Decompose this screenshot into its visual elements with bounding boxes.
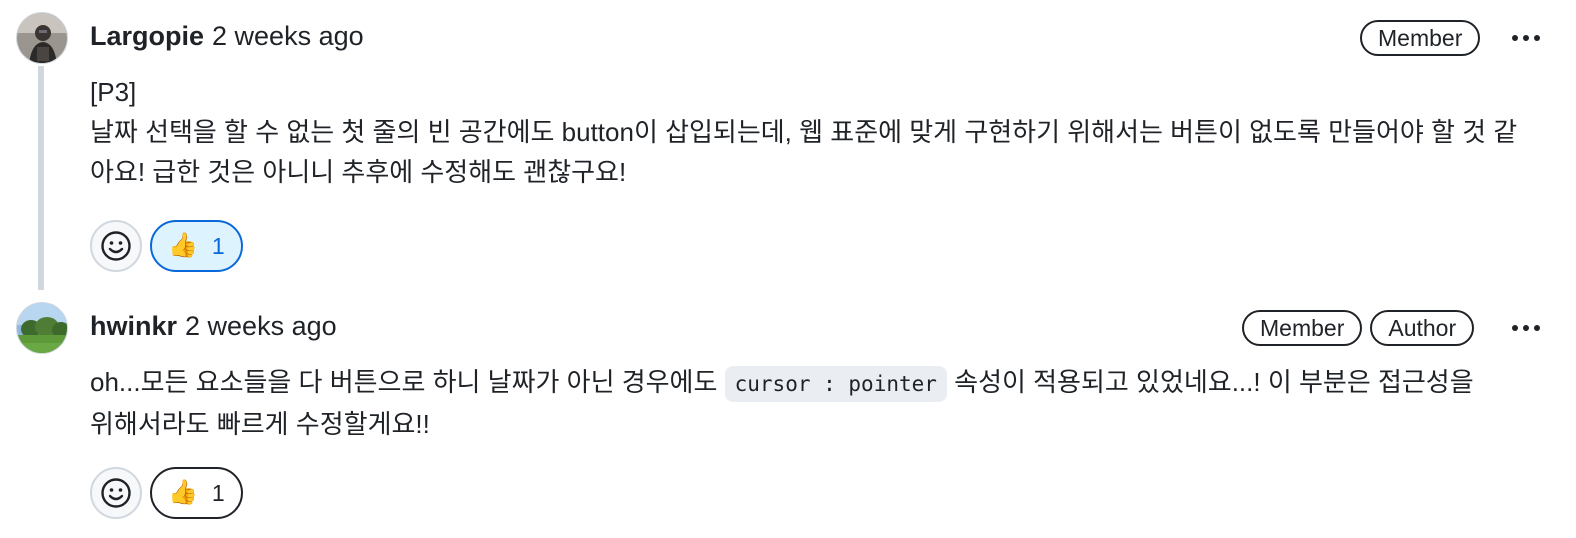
thumbs-up-icon: 👍 xyxy=(168,232,198,259)
thread-connector-line xyxy=(38,66,44,290)
author-name[interactable]: Largopie xyxy=(90,21,204,52)
body-line: 위해서라도 빠르게 수정할게요!! xyxy=(90,409,430,439)
avatar[interactable] xyxy=(16,302,68,354)
thumbs-up-reaction[interactable]: 👍 1 xyxy=(150,467,243,519)
body-line: [P3] xyxy=(90,77,137,107)
author-badge: Author xyxy=(1370,310,1475,346)
timestamp[interactable]: 2 weeks ago xyxy=(212,21,364,52)
add-reaction-button[interactable] xyxy=(90,220,142,272)
thumbs-up-icon: 👍 xyxy=(168,479,198,506)
badge-group: Member xyxy=(1360,20,1481,56)
member-badge: Member xyxy=(1360,20,1481,56)
thumbs-up-reaction[interactable]: 👍 1 xyxy=(150,220,243,272)
add-reaction-button[interactable] xyxy=(90,467,142,519)
reactions-bar: 👍 1 xyxy=(90,220,243,272)
more-options-button[interactable] xyxy=(1506,313,1546,343)
comment-body: oh...모든 요소들을 다 버튼으로 하니 날짜가 아닌 경우에도 curso… xyxy=(90,362,1560,444)
timestamp[interactable]: 2 weeks ago xyxy=(185,311,337,342)
author-name[interactable]: hwinkr xyxy=(90,311,177,342)
body-text-segment: oh...모든 요소들을 다 버튼으로 하니 날짜가 아닌 경우에도 xyxy=(90,367,725,397)
inline-code: cursor : pointer xyxy=(724,366,947,402)
more-options-button[interactable] xyxy=(1506,23,1546,53)
kebab-horizontal-icon xyxy=(1512,35,1540,41)
badge-group: Member Author xyxy=(1242,310,1475,346)
reaction-count: 1 xyxy=(211,479,225,506)
body-line: 아요! 급한 것은 아니니 추후에 수정해도 괜찮구요! xyxy=(90,157,627,187)
body-line: oh...모든 요소들을 다 버튼으로 하니 날짜가 아닌 경우에도 curso… xyxy=(90,362,1560,404)
member-badge: Member xyxy=(1242,310,1363,346)
smiley-icon xyxy=(101,231,131,261)
avatar[interactable] xyxy=(16,12,68,64)
comment-header: Largopie 2 weeks ago xyxy=(90,16,364,56)
comment-body: [P3] 날짜 선택을 할 수 없는 첫 줄의 빈 공간에도 button이 삽… xyxy=(90,72,1560,192)
reaction-count: 1 xyxy=(211,232,225,259)
body-text-segment: 속성이 적용되고 있었네요...! 이 부분은 접근성을 xyxy=(946,367,1474,397)
smiley-icon xyxy=(101,478,131,508)
kebab-horizontal-icon xyxy=(1512,325,1540,331)
comment-header: hwinkr 2 weeks ago xyxy=(90,306,337,346)
reactions-bar: 👍 1 xyxy=(90,467,243,519)
body-line: 날짜 선택을 할 수 없는 첫 줄의 빈 공간에도 button이 삽입되는데,… xyxy=(90,117,1518,147)
